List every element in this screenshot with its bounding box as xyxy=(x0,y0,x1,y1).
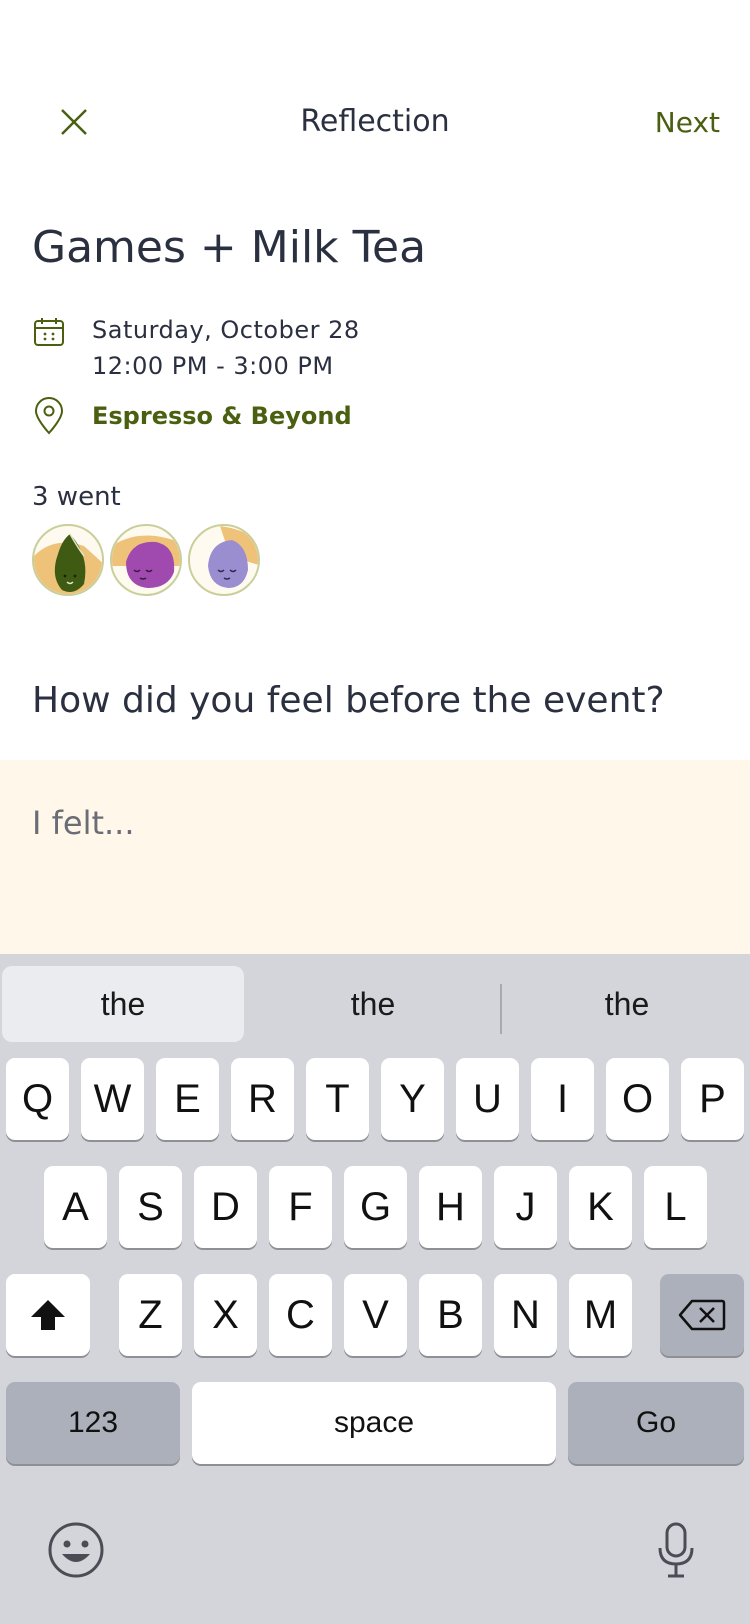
key-t[interactable]: T xyxy=(306,1058,369,1140)
event-datetime: Saturday, October 28 12:00 PM - 3:00 PM xyxy=(92,312,360,384)
emoji-icon xyxy=(48,1522,104,1578)
space-key[interactable]: space xyxy=(192,1382,556,1464)
event-title: Games + Milk Tea xyxy=(32,222,427,273)
key-w[interactable]: W xyxy=(81,1058,144,1140)
suggestion-divider xyxy=(500,984,502,1034)
key-d[interactable]: D xyxy=(194,1166,257,1248)
green-character-avatar-icon xyxy=(34,533,102,594)
event-date-row: Saturday, October 28 12:00 PM - 3:00 PM xyxy=(32,312,360,384)
key-i[interactable]: I xyxy=(531,1058,594,1140)
avatar[interactable] xyxy=(32,524,104,596)
key-j[interactable]: J xyxy=(494,1166,557,1248)
dictation-button[interactable] xyxy=(656,1520,696,1585)
answer-input[interactable] xyxy=(32,804,712,842)
key-s[interactable]: S xyxy=(119,1166,182,1248)
key-m[interactable]: M xyxy=(569,1274,632,1356)
key-l[interactable]: L xyxy=(644,1166,707,1248)
on-screen-keyboard: the the the Q W E R T Y U I O P A S D F … xyxy=(0,954,750,1624)
key-n[interactable]: N xyxy=(494,1274,557,1356)
key-q[interactable]: Q xyxy=(6,1058,69,1140)
avatar[interactable] xyxy=(188,524,260,596)
key-z[interactable]: Z xyxy=(119,1274,182,1356)
calendar-icon xyxy=(32,312,80,352)
numbers-key[interactable]: 123 xyxy=(6,1382,180,1464)
answer-area xyxy=(0,760,750,954)
key-p[interactable]: P xyxy=(681,1058,744,1140)
top-bar: Reflection Next xyxy=(0,90,750,160)
key-c[interactable]: C xyxy=(269,1274,332,1356)
magenta-character-avatar-icon xyxy=(112,535,180,588)
shift-icon xyxy=(31,1300,65,1330)
backspace-icon xyxy=(678,1299,726,1331)
key-o[interactable]: O xyxy=(606,1058,669,1140)
key-f[interactable]: F xyxy=(269,1166,332,1248)
key-r[interactable]: R xyxy=(231,1058,294,1140)
suggestion-2[interactable]: the xyxy=(252,966,494,1042)
key-v[interactable]: V xyxy=(344,1274,407,1356)
page-title: Reflection xyxy=(300,104,450,139)
attendance-count: 3 went xyxy=(32,482,121,512)
location-pin-icon xyxy=(32,396,80,436)
shift-key[interactable] xyxy=(6,1274,90,1356)
key-y[interactable]: Y xyxy=(381,1058,444,1140)
attendee-avatars xyxy=(32,524,260,596)
key-x[interactable]: X xyxy=(194,1274,257,1356)
event-location-row: Espresso & Beyond xyxy=(32,396,352,436)
next-button[interactable]: Next xyxy=(655,106,720,139)
suggestion-1[interactable]: the xyxy=(2,966,244,1042)
lavender-character-avatar-icon xyxy=(208,526,258,588)
event-time: 12:00 PM - 3:00 PM xyxy=(92,352,334,380)
key-b[interactable]: B xyxy=(419,1274,482,1356)
key-g[interactable]: G xyxy=(344,1166,407,1248)
suggestion-3[interactable]: the xyxy=(506,966,748,1042)
key-h[interactable]: H xyxy=(419,1166,482,1248)
reflection-question: How did you feel before the event? xyxy=(32,680,665,721)
suggestion-bar: the the the xyxy=(0,966,750,1042)
key-k[interactable]: K xyxy=(569,1166,632,1248)
avatar[interactable] xyxy=(110,524,182,596)
key-e[interactable]: E xyxy=(156,1058,219,1140)
backspace-key[interactable] xyxy=(660,1274,744,1356)
key-a[interactable]: A xyxy=(44,1166,107,1248)
event-date: Saturday, October 28 xyxy=(92,316,360,344)
emoji-button[interactable] xyxy=(46,1520,106,1585)
microphone-icon xyxy=(658,1522,694,1578)
key-u[interactable]: U xyxy=(456,1058,519,1140)
go-key[interactable]: Go xyxy=(568,1382,744,1464)
event-location-link[interactable]: Espresso & Beyond xyxy=(92,396,352,436)
